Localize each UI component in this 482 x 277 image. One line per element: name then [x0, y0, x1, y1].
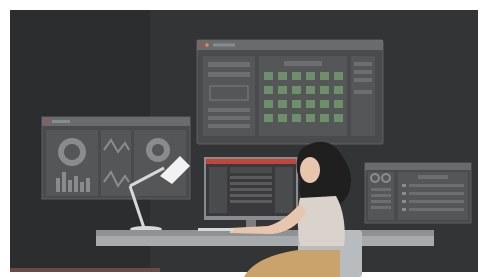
floating-window-top [196, 39, 384, 145]
illustration-scene [0, 0, 482, 277]
floating-window-left [41, 116, 191, 200]
desk-front [96, 236, 434, 246]
shirt [297, 196, 345, 246]
bottom-accent [10, 268, 160, 272]
floating-window-right [364, 162, 472, 224]
keyboard [198, 228, 234, 231]
